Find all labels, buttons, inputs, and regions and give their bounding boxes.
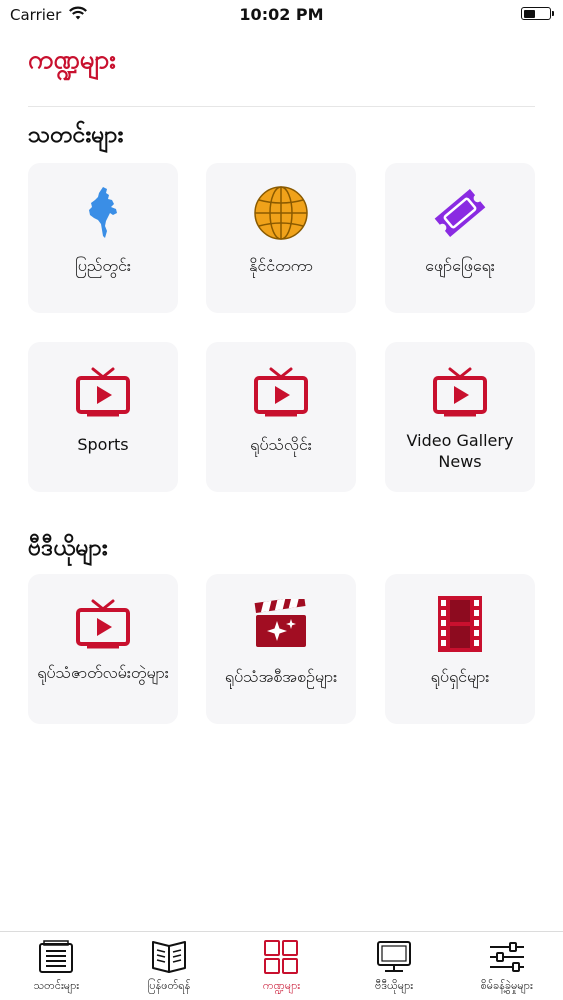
tab-bar: သတင်းများ ပြန်ဖတ်ရန် ကဏ္ဍများ ဗီဒီယိုမျာ… [0,931,563,1000]
battery-icon [521,7,554,20]
grid-icon [262,938,300,976]
category-tile-tv-series[interactable]: ရုပ်သံဇာတ်လမ်းတွဲများ [28,574,178,724]
tab-label: သတင်းများ [33,979,80,992]
tab-news[interactable]: သတင်းများ [0,932,113,1000]
category-tile-movies[interactable]: ရုပ်ရှင်များ [385,574,535,724]
monitor-icon [375,938,413,976]
category-tile-international[interactable]: နိုင်ငံတကာ [206,163,356,313]
tile-label: ရုပ်သံဇာတ်လမ်းတွဲများ [37,663,169,682]
header-divider [28,106,535,107]
section-title-videos: ဗီဒီယိုများ [28,535,108,561]
tile-label: ဖျော်ဖြေရေး [425,256,495,275]
globe-icon [251,185,311,241]
sliders-icon [488,938,526,976]
category-tile-entertainment[interactable]: ဖျော်ဖြေရေး [385,163,535,313]
ticket-icon [430,185,490,241]
film-strip-icon [430,596,490,652]
tab-reading-list[interactable]: ပြန်ဖတ်ရန် [113,932,226,1000]
newspaper-icon [37,938,75,976]
open-book-icon [150,938,188,976]
tile-label: ရုပ်သံလိုင်း [250,435,312,454]
category-tile-tv-channel[interactable]: ရုပ်သံလိုင်း [206,342,356,492]
tv-icon [73,596,133,652]
tile-label: Sports [77,435,129,454]
status-bar: Carrier 10:02 PM [0,0,563,30]
tile-label: နိုင်ငံတကာ [249,256,313,275]
category-tile-sports[interactable]: Sports [28,342,178,492]
tab-settings[interactable]: စိမ်ခန့်ခွဲမှုများ [450,932,563,1000]
tab-label: စိမ်ခန့်ခွဲမှုများ [480,979,533,992]
section-title-news: သတင်းများ [28,122,124,148]
category-tile-video-gallery-news[interactable]: Video Gallery News [385,342,535,492]
tv-icon [251,364,311,420]
tile-label: Video Gallery News [406,431,514,471]
page-title: ကဏ္ဍများ [28,45,116,75]
tile-label: ပြည်တွင်း [75,256,131,275]
category-tile-domestic[interactable]: ပြည်တွင်း [28,163,178,313]
clapperboard-icon [251,596,311,652]
tile-label: ရုပ်ရှင်များ [430,667,490,686]
myanmar-map-icon [73,185,133,241]
tile-label: ရုပ်သံအစီအစဉ်များ [224,667,338,686]
tab-videos[interactable]: ဗီဒီယိုများ [338,932,451,1000]
category-tile-tv-programs[interactable]: ရုပ်သံအစီအစဉ်များ [206,574,356,724]
tv-icon [430,364,490,420]
tab-label: ကဏ္ဍများ [262,979,301,992]
tab-label: ပြန်ဖတ်ရန် [147,979,191,992]
clock: 10:02 PM [239,5,324,24]
tv-icon [73,364,133,420]
tab-categories[interactable]: ကဏ္ဍများ [225,932,338,1000]
tab-label: ဗီဒီယိုများ [375,979,414,992]
